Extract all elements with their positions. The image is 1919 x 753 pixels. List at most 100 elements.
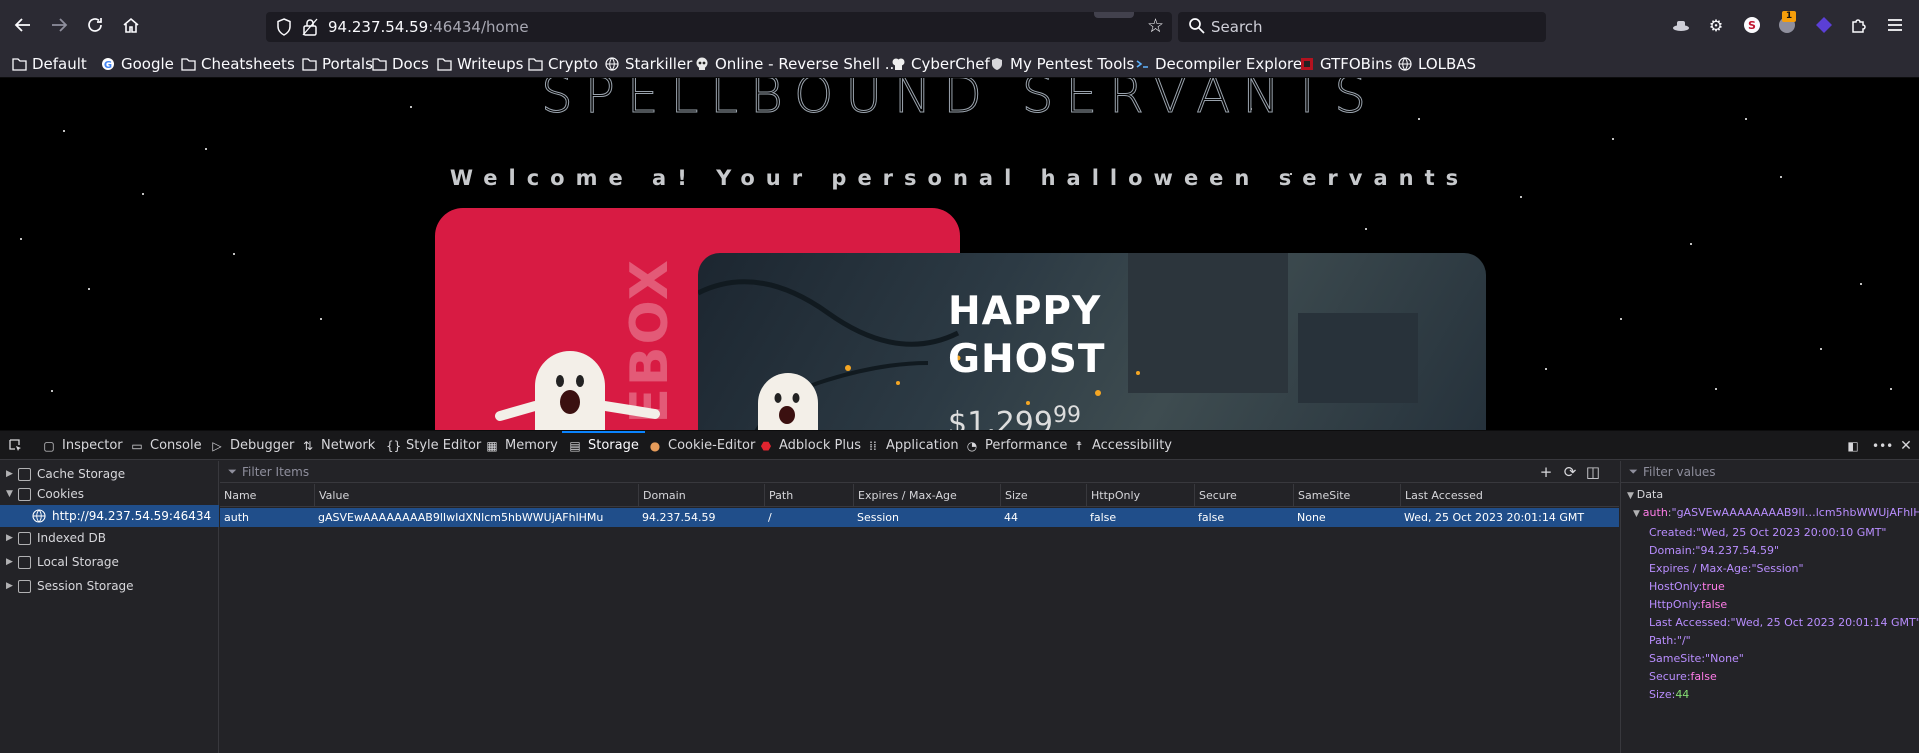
star-particle (233, 253, 235, 255)
close-devtools-button[interactable]: ✕ (1899, 431, 1919, 460)
filter-values-input[interactable]: Filter values (1643, 465, 1716, 479)
reload-button[interactable] (83, 13, 107, 37)
filter-items-bar[interactable]: ⏷ Filter Items + ⟳ ◫ (220, 461, 1619, 483)
tree-session-storage[interactable]: ▶ Session Storage (6, 575, 134, 597)
refresh-button[interactable]: ⟳ (1560, 462, 1580, 482)
tracking-protection-icon[interactable] (276, 18, 292, 36)
cell-name[interactable]: auth (220, 508, 314, 527)
extension-hat-icon[interactable] (1670, 14, 1692, 36)
column-header-name[interactable]: Name (220, 484, 256, 507)
column-header-domain[interactable]: Domain (638, 484, 686, 507)
data-field-secure[interactable]: Secure:false (1649, 668, 1717, 686)
folder-icon (372, 58, 387, 71)
tab-style-editor[interactable]: {} Style Editor (386, 431, 481, 460)
bookmark-star-icon[interactable]: ☆ (1147, 15, 1164, 37)
extension-s-icon[interactable]: S (1741, 14, 1763, 36)
column-header-size[interactable]: Size (1000, 484, 1028, 507)
data-field-path[interactable]: Path:"/" (1649, 632, 1691, 650)
tab-console[interactable]: ▭ Console (130, 431, 201, 460)
data-field-samesite[interactable]: SameSite:"None" (1649, 650, 1744, 668)
cell-expires[interactable]: Session (853, 508, 1000, 527)
filter-values-bar[interactable]: ⏷ Filter values (1621, 461, 1919, 483)
bookmark-label: Online - Reverse Shell ... (715, 55, 900, 73)
auth-key: auth (1642, 506, 1668, 519)
bookmark-crypto[interactable]: Crypto (528, 54, 598, 74)
cell-domain[interactable]: 94.237.54.59 (638, 508, 764, 527)
tab-performance[interactable]: ◔ Performance (965, 431, 1068, 460)
data-field-size[interactable]: Size:44 (1649, 686, 1689, 704)
data-field-last-accessed[interactable]: Last Accessed:"Wed, 25 Oct 2023 20:01:14… (1649, 614, 1919, 632)
tab-accessibility[interactable]: ☨ Accessibility (1072, 431, 1172, 460)
lock-icon[interactable] (302, 18, 318, 36)
back-button[interactable] (11, 13, 35, 37)
cell-value[interactable]: gASVEwAAAAAAAAB9lIwIdXNlcm5hbWWUjAFhlHMu (314, 508, 638, 527)
tab-storage[interactable]: ▤ Storage (562, 431, 645, 460)
data-auth-entry[interactable]: ▼ auth:"gASVEwAAAAAAAAB9lI…lcm5hbWWUjAFh… (1627, 506, 1919, 519)
cell-samesite[interactable]: None (1293, 508, 1400, 527)
bookmark-writeups[interactable]: Writeups (437, 54, 523, 74)
bookmark-lolbas[interactable]: LOLBAS (1398, 54, 1476, 74)
home-button[interactable] (119, 13, 143, 37)
element-picker-button[interactable] (8, 431, 23, 460)
field-key: Path (1649, 634, 1674, 647)
tab-adblock-plus[interactable]: ⬣ Adblock Plus (759, 431, 861, 460)
table-row[interactable]: auth gASVEwAAAAAAAAB9lIwIdXNlcm5hbWWUjAF… (220, 508, 1619, 527)
bookmark-cyberchef[interactable]: CyberChef (891, 54, 990, 74)
data-field-httponly[interactable]: HttpOnly:false (1649, 596, 1727, 614)
bookmark-cheatsheets[interactable]: Cheatsheets (181, 54, 295, 74)
column-header-secure[interactable]: Secure (1194, 484, 1237, 507)
column-header-last-accessed[interactable]: Last Accessed (1400, 484, 1483, 507)
add-item-button[interactable]: + (1536, 462, 1556, 482)
more-options-button[interactable]: ••• (1872, 431, 1893, 460)
cell-httponly[interactable]: false (1086, 508, 1194, 527)
search-bar[interactable]: Search (1178, 12, 1546, 42)
data-field-expires[interactable]: Expires / Max-Age:"Session" (1649, 560, 1804, 578)
cell-secure[interactable]: false (1194, 508, 1293, 527)
cell-size[interactable]: 44 (1000, 508, 1086, 527)
tree-cookies-host[interactable]: http://94.237.54.59:46434 (0, 505, 219, 527)
data-field-created[interactable]: Created:"Wed, 25 Oct 2023 20:00:10 GMT" (1649, 524, 1887, 542)
performance-icon: ◔ (966, 438, 978, 453)
menu-hamburger-icon[interactable] (1884, 14, 1906, 36)
bookmark-reverse-shell[interactable]: Online - Reverse Shell ... (695, 54, 899, 74)
forward-button[interactable] (47, 13, 71, 37)
tab-inspector[interactable]: ▢ Inspector (42, 431, 122, 460)
tab-debugger[interactable]: ▷ Debugger (210, 431, 294, 460)
dock-side-button[interactable]: ◧ (1846, 431, 1866, 460)
cell-last-accessed[interactable]: Wed, 25 Oct 2023 20:01:14 GMT (1400, 508, 1619, 527)
data-field-hostonly[interactable]: HostOnly:true (1649, 578, 1725, 596)
tab-cookie-editor[interactable]: ● Cookie-Editor (648, 431, 756, 460)
column-header-samesite[interactable]: SameSite (1293, 484, 1350, 507)
data-section-header[interactable]: ▼ Data (1627, 488, 1663, 501)
cell-path[interactable]: / (764, 508, 853, 527)
data-field-domain[interactable]: Domain:"94.237.54.59" (1649, 542, 1779, 560)
tree-local-storage[interactable]: ▶ Local Storage (6, 551, 119, 573)
column-header-expires[interactable]: Expires / Max-Age (853, 484, 957, 507)
star-particle (1365, 228, 1367, 230)
bookmark-my-pentest-tools[interactable]: My Pentest Tools (990, 54, 1134, 74)
bookmark-portals[interactable]: Portals (302, 54, 373, 74)
tree-cookies[interactable]: ▼ Cookies (6, 483, 84, 505)
column-header-path[interactable]: Path (764, 484, 793, 507)
star-particle (1520, 196, 1522, 198)
tree-cache-storage[interactable]: ▶ Cache Storage (6, 463, 125, 485)
filter-items-input[interactable]: Filter Items (242, 465, 309, 479)
extension-gear-icon[interactable]: ⚙ (1705, 14, 1727, 36)
bookmark-starkiller[interactable]: Starkiller (605, 54, 692, 74)
url-bar[interactable]: 94.237.54.59:46434/home ☆ (266, 12, 1172, 42)
bookmark-gtfobins[interactable]: GTFOBins (1300, 54, 1392, 74)
bookmark-google[interactable]: G Google (101, 54, 174, 74)
tree-label: Session Storage (37, 579, 134, 593)
column-header-httponly[interactable]: HttpOnly (1086, 484, 1140, 507)
toggle-sidebar-button[interactable]: ◫ (1583, 462, 1603, 482)
extension-purple-icon[interactable] (1813, 14, 1835, 36)
bookmark-docs[interactable]: Docs (372, 54, 429, 74)
tab-application[interactable]: ⁞⁞ Application (866, 431, 958, 460)
extensions-puzzle-icon[interactable] (1848, 14, 1870, 36)
bookmark-decompiler-explorer[interactable]: Decompiler Explorer (1135, 54, 1308, 74)
column-header-value[interactable]: Value (314, 484, 349, 507)
tab-memory[interactable]: ▦ Memory (485, 431, 558, 460)
bookmark-default[interactable]: Default (12, 54, 87, 74)
tree-indexed-db[interactable]: ▶ Indexed DB (6, 527, 106, 549)
tab-network[interactable]: ⇅ Network (301, 431, 375, 460)
